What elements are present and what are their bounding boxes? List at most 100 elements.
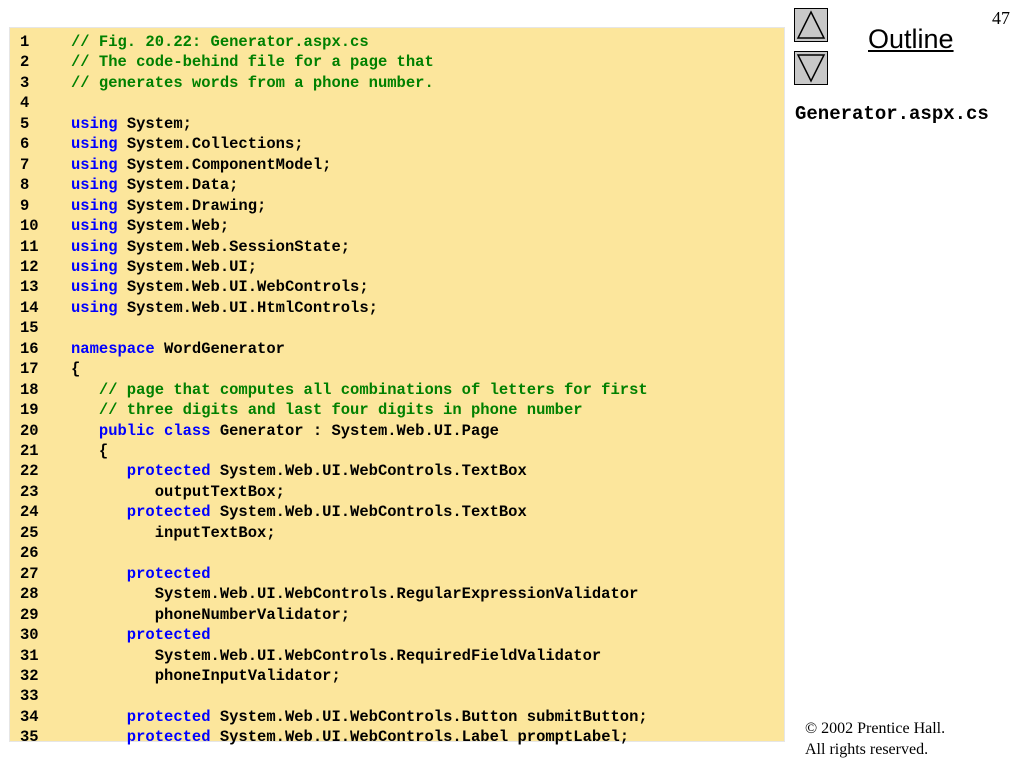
file-name-label: Generator.aspx.cs (795, 103, 989, 125)
line-number: 8 (20, 176, 30, 195)
code-text: protected System.Web.UI.WebControls.Labe… (71, 728, 629, 746)
previous-slide-button[interactable] (794, 8, 828, 42)
code-token: phoneInputValidator; (71, 666, 341, 685)
line-number: 10 (20, 217, 39, 236)
code-token: WordGenerator (154, 339, 285, 358)
code-text: outputTextBox; (71, 483, 285, 501)
code-comment: // three digits and last four digits in … (71, 401, 583, 420)
code-token: { (71, 442, 109, 460)
code-keyword: using (71, 176, 118, 195)
code-text: protected System.Web.UI.WebControls.Text… (71, 503, 527, 521)
code-keyword: public class (71, 421, 211, 440)
code-comment: // Fig. 20.22: Generator.aspx.cs (71, 33, 369, 51)
line-number: 7 (20, 155, 30, 174)
code-text: using System.Web.UI.HtmlControls; (71, 299, 378, 317)
line-number: 4 (20, 94, 30, 113)
code-token: System.Web.UI.WebControls; (117, 278, 369, 297)
line-number: 29 (20, 605, 39, 624)
code-keyword: using (71, 155, 118, 174)
code-text: { (71, 442, 108, 460)
code-text: protected System.Web.UI.WebControls.Text… (71, 462, 527, 480)
code-token: outputTextBox; (71, 482, 285, 501)
line-number: 15 (20, 319, 39, 338)
line-number: 6 (20, 135, 30, 154)
line-number: 22 (20, 462, 39, 481)
code-text: System.Web.UI.WebControls.RequiredFieldV… (71, 647, 601, 665)
code-text: using System.Web; (71, 217, 229, 235)
code-text: phoneInputValidator; (71, 667, 341, 685)
code-keyword: protected (71, 626, 211, 645)
code-token: System.Web.UI.WebControls.TextBox (210, 503, 527, 522)
code-token: System.Web.UI; (117, 257, 258, 276)
line-number: 35 (20, 728, 39, 747)
line-number: 21 (20, 442, 39, 460)
line-number: 20 (20, 421, 39, 440)
code-text: namespace WordGenerator (71, 340, 285, 358)
code-text: using System.Collections; (71, 135, 304, 153)
line-number: 2 (20, 53, 30, 72)
code-text: using System.Web.SessionState; (71, 238, 350, 256)
code-text: using System.ComponentModel; (71, 156, 331, 174)
code-text: phoneNumberValidator; (71, 606, 350, 624)
code-text: { (71, 360, 80, 378)
code-keyword: using (71, 196, 118, 215)
code-keyword: using (71, 278, 118, 297)
code-keyword: using (71, 217, 118, 236)
code-token: System.Web.UI.HtmlControls; (117, 298, 378, 317)
code-text: using System; (71, 115, 192, 133)
line-number: 19 (20, 401, 39, 420)
code-token: System.Web.UI.WebControls.RequiredFieldV… (71, 646, 602, 665)
code-text: // Fig. 20.22: Generator.aspx.cs (71, 33, 369, 51)
code-text: using System.Web.UI; (71, 258, 257, 276)
code-text: public class Generator : System.Web.UI.P… (71, 422, 499, 440)
page-number: 47 (992, 8, 1010, 28)
code-text: // page that computes all combinations o… (71, 381, 648, 399)
code-token: phoneNumberValidator; (71, 605, 351, 624)
code-comment: // page that computes all combinations o… (71, 380, 648, 399)
code-token: System.Data; (117, 176, 239, 195)
line-number: 32 (20, 666, 39, 685)
code-keyword: using (71, 237, 118, 256)
code-token: inputTextBox; (71, 523, 276, 542)
line-number: 17 (20, 360, 39, 379)
outline-link[interactable]: Outline (868, 24, 954, 55)
next-slide-button[interactable] (794, 51, 828, 85)
code-text: inputTextBox; (71, 524, 276, 542)
line-number: 18 (20, 380, 39, 399)
line-number: 24 (20, 503, 39, 522)
code-keyword: protected (71, 564, 211, 583)
line-number: 31 (20, 646, 39, 665)
line-number: 33 (20, 687, 39, 706)
code-token: System.Web.UI.WebControls.Button submitB… (210, 707, 648, 726)
code-keyword: protected (71, 728, 211, 747)
triangle-up-icon (796, 10, 826, 39)
code-token: System.Web.UI.WebControls.TextBox (210, 462, 527, 481)
triangle-down-icon (796, 54, 826, 83)
code-keyword: using (71, 135, 118, 154)
code-token: System.Collections; (117, 135, 304, 154)
code-token: System.Web.UI.WebControls.Label promptLa… (210, 728, 630, 747)
code-keyword: protected (71, 462, 211, 481)
line-number: 1 (20, 33, 30, 51)
rights-line: All rights reserved. (805, 741, 929, 758)
copyright-notice: © 2002 Prentice Hall. All rights reserve… (805, 718, 945, 760)
line-number: 13 (20, 278, 39, 297)
code-token: Generator : System.Web.UI.Page (210, 421, 499, 440)
line-number: 28 (20, 585, 39, 604)
code-token: { (71, 360, 81, 379)
copyright-line: © 2002 Prentice Hall. (805, 720, 946, 737)
code-keyword: using (71, 257, 118, 276)
line-number: 26 (20, 544, 39, 563)
code-text: using System.Drawing; (71, 197, 266, 215)
code-keyword: namespace (71, 339, 155, 358)
code-token: System.Web; (117, 217, 230, 236)
line-number: 12 (20, 257, 39, 276)
line-number: 11 (20, 237, 39, 256)
code-text: protected (71, 565, 211, 583)
code-text: protected System.Web.UI.WebControls.Butt… (71, 708, 648, 726)
code-keyword: using (71, 114, 118, 133)
code-keyword: protected (71, 707, 211, 726)
line-number: 14 (20, 298, 39, 317)
line-number: 34 (20, 707, 39, 726)
code-text: protected (71, 626, 211, 644)
